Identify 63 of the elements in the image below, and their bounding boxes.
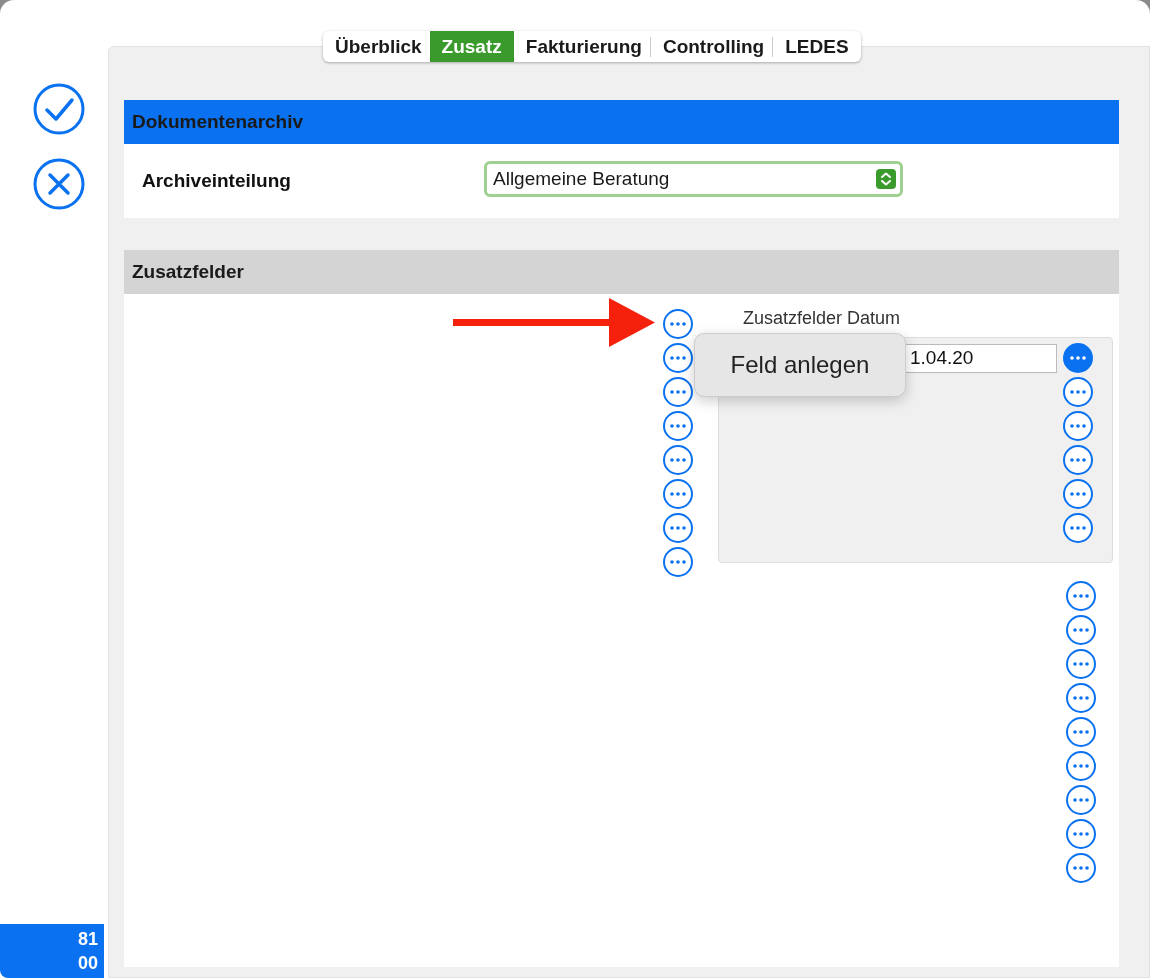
more-button[interactable]: [1066, 751, 1096, 781]
ellipsis-icon: [1070, 390, 1086, 394]
ellipsis-icon: [670, 492, 686, 496]
more-button[interactable]: [1066, 615, 1096, 645]
more-button[interactable]: [1066, 683, 1096, 713]
ellipsis-icon: [670, 424, 686, 428]
ellipsis-icon: [1073, 594, 1089, 598]
ellipsis-icon: [670, 390, 686, 394]
ellipsis-icon: [1073, 764, 1089, 768]
more-button[interactable]: [663, 513, 693, 543]
more-button[interactable]: [1066, 581, 1096, 611]
ellipsis-icon: [1073, 730, 1089, 734]
more-button[interactable]: [1066, 717, 1096, 747]
confirm-icon[interactable]: [33, 83, 85, 135]
more-button[interactable]: [1063, 479, 1093, 509]
context-menu-item[interactable]: Feld anlegen: [694, 333, 906, 397]
section-header: Zusatzfelder: [124, 250, 1119, 294]
ellipsis-icon: [670, 322, 686, 326]
ellipsis-icon: [670, 526, 686, 530]
more-button[interactable]: [1063, 445, 1093, 475]
ellipsis-icon: [1070, 424, 1086, 428]
more-button[interactable]: [1066, 819, 1096, 849]
field-label: Archiveinteilung: [142, 170, 292, 192]
ellipsis-icon: [1073, 798, 1089, 802]
cancel-icon[interactable]: [33, 158, 85, 210]
tab[interactable]: Überblick: [323, 31, 430, 62]
ellipsis-icon: [670, 560, 686, 564]
more-button[interactable]: [1066, 785, 1096, 815]
more-button[interactable]: [663, 445, 693, 475]
select-field[interactable]: Allgemeine Beratung: [484, 161, 903, 197]
ellipsis-icon: [670, 356, 686, 360]
tab[interactable]: Fakturierung: [513, 31, 650, 62]
more-button[interactable]: [663, 343, 693, 373]
more-button[interactable]: [663, 547, 693, 577]
ellipsis-icon: [1073, 662, 1089, 666]
more-button[interactable]: [1063, 411, 1093, 441]
ellipsis-icon: [1073, 628, 1089, 632]
tab[interactable]: LEDES: [773, 31, 857, 62]
ellipsis-icon: [1070, 526, 1086, 530]
section-header: Dokumentenarchiv: [124, 100, 1119, 144]
group-label: Zusatzfelder Datum: [742, 308, 901, 330]
ellipsis-icon: [1070, 458, 1086, 462]
date-field[interactable]: 1.04.20: [905, 343, 1057, 373]
more-button[interactable]: [1066, 853, 1096, 883]
more-button[interactable]: [1066, 649, 1096, 679]
more-button[interactable]: [1063, 343, 1093, 373]
ellipsis-icon: [1073, 832, 1089, 836]
more-button[interactable]: [663, 309, 693, 339]
ellipsis-icon: [1073, 696, 1089, 700]
ellipsis-icon: [1070, 356, 1086, 360]
stepper-icon: [876, 169, 896, 189]
more-button[interactable]: [663, 411, 693, 441]
ellipsis-icon: [1073, 866, 1089, 870]
tab[interactable]: Zusatz: [429, 31, 514, 62]
arrow-icon: [453, 298, 655, 347]
more-button[interactable]: [663, 479, 693, 509]
more-button[interactable]: [663, 377, 693, 407]
ellipsis-icon: [1070, 492, 1086, 496]
more-button[interactable]: [1063, 377, 1093, 407]
more-button[interactable]: [1063, 513, 1093, 543]
record-number-badge: 81 00: [0, 924, 104, 978]
tab[interactable]: Controlling: [650, 31, 773, 62]
ellipsis-icon: [670, 458, 686, 462]
